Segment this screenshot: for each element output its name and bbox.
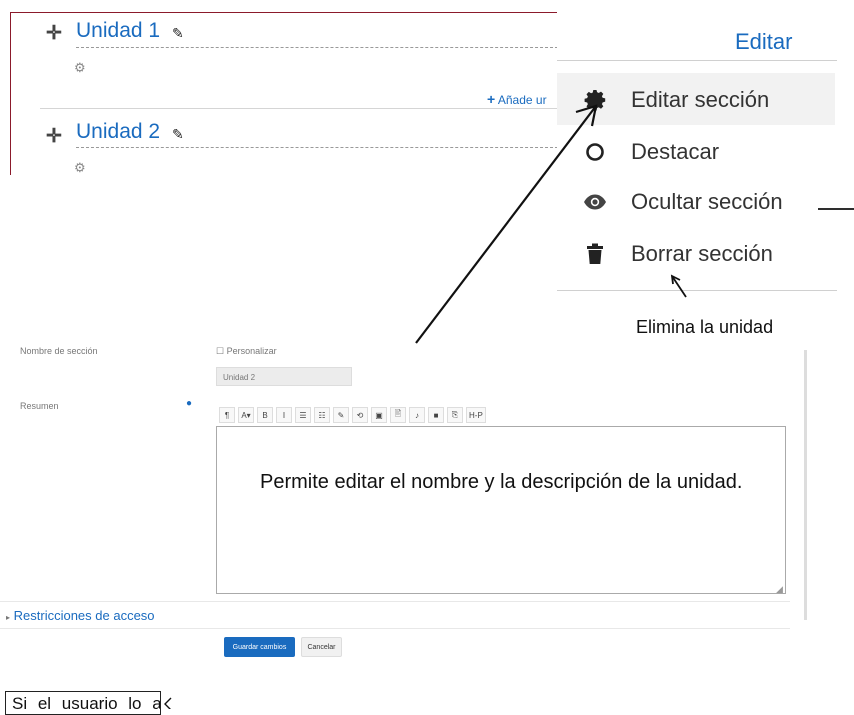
menu-item-label: Destacar xyxy=(631,139,720,164)
section-frame-left xyxy=(10,12,11,175)
toolbar-bold-button[interactable]: B xyxy=(257,407,273,423)
checkbox-icon: ☐ xyxy=(216,346,225,356)
toolbar-audio-button[interactable]: ♪ xyxy=(409,407,425,423)
toolbar-numbered-list-button[interactable]: ☷ xyxy=(314,407,330,423)
help-icon[interactable]: ● xyxy=(186,398,192,409)
editor-toolbar: ¶ A▾ B I ☰ ☷ ✎ ⟲ ▣ 🖹 ♪ ■ ⎘ H-P xyxy=(216,404,786,426)
toolbar-italic-button[interactable]: I xyxy=(276,407,292,423)
edit-menu-trigger[interactable]: Editar xyxy=(735,29,792,55)
eye-icon xyxy=(581,193,609,211)
restrictions-label: Restricciones de acceso xyxy=(13,608,155,623)
section-separator xyxy=(40,108,560,109)
menu-item-editar-seccion[interactable]: Editar sección xyxy=(581,80,851,120)
menu-item-borrar-seccion[interactable]: Borrar sección xyxy=(581,234,851,274)
customize-checkbox[interactable]: ☐ Personalizar xyxy=(216,346,277,357)
arrow-head-caption xyxy=(164,697,172,709)
move-arrows-icon[interactable]: ✛ xyxy=(46,125,62,148)
summary-editor[interactable] xyxy=(216,426,786,594)
pencil-icon[interactable]: ✎ xyxy=(172,25,184,42)
toolbar-video-button[interactable]: ■ xyxy=(428,407,444,423)
annotation-delete-note: Elimina la unidad xyxy=(636,317,774,337)
form-separator xyxy=(0,628,790,629)
form-separator xyxy=(0,601,790,602)
access-restrictions-toggle[interactable]: ▸ Restricciones de acceso xyxy=(6,608,155,623)
menu-separator xyxy=(557,60,837,61)
section-name-label: Nombre de sección xyxy=(20,346,98,356)
form-scrollbar[interactable] xyxy=(804,350,807,620)
toolbar-font-button[interactable]: A▾ xyxy=(238,407,254,423)
menu-item-label: Editar sección xyxy=(631,87,770,112)
annotation-hide-note: Si el usuario lo activa, la xyxy=(5,691,161,715)
edit-dropdown-menu: Editar Editar sección Destacar Ocultar s… xyxy=(557,0,854,300)
cancel-button[interactable]: Cancelar xyxy=(301,637,342,657)
toolbar-media-button[interactable]: 🖹 xyxy=(390,407,406,423)
menu-item-label: Borrar sección xyxy=(631,241,773,266)
chevron-right-icon: ▸ xyxy=(6,613,11,622)
toolbar-copy-button[interactable]: ⎘ xyxy=(447,407,463,423)
toolbar-bullet-list-button[interactable]: ☰ xyxy=(295,407,311,423)
toolbar-paragraph-button[interactable]: ¶ xyxy=(219,407,235,423)
plus-icon: + xyxy=(487,91,496,107)
gear-icon xyxy=(581,88,609,112)
customize-label: Personalizar xyxy=(226,346,277,356)
annotation-edit-note: Permite editar el nombre y la descripció… xyxy=(260,471,743,493)
section-title-underline xyxy=(76,47,558,48)
menu-item-destacar[interactable]: Destacar xyxy=(581,132,851,172)
menu-separator xyxy=(557,290,837,291)
section-title-unidad-1[interactable]: Unidad 1 xyxy=(76,19,160,43)
gear-icon[interactable]: ⚙ xyxy=(74,160,86,176)
circle-outline-icon xyxy=(581,141,609,163)
summary-label: Resumen xyxy=(20,401,59,411)
resize-handle-icon[interactable]: ◢ xyxy=(776,584,783,595)
add-section-link[interactable]: + Añade ur xyxy=(487,91,547,107)
section-title-unidad-2[interactable]: Unidad 2 xyxy=(76,120,160,144)
section-title-underline xyxy=(76,147,558,148)
pencil-icon[interactable]: ✎ xyxy=(172,126,184,143)
toolbar-link-button[interactable]: ✎ xyxy=(333,407,349,423)
menu-item-ocultar-seccion[interactable]: Ocultar sección xyxy=(581,182,851,222)
move-arrows-icon[interactable]: ✛ xyxy=(46,22,62,45)
save-button[interactable]: Guardar cambios xyxy=(224,637,295,657)
trash-icon xyxy=(581,243,609,265)
add-section-label: Añade ur xyxy=(497,93,547,107)
toolbar-image-button[interactable]: ▣ xyxy=(371,407,387,423)
toolbar-h5p-button[interactable]: H-P xyxy=(466,407,486,423)
menu-item-label: Ocultar sección xyxy=(631,189,783,214)
section-name-input[interactable]: Unidad 2 xyxy=(216,367,352,386)
toolbar-unlink-button[interactable]: ⟲ xyxy=(352,407,368,423)
gear-icon[interactable]: ⚙ xyxy=(74,60,86,76)
